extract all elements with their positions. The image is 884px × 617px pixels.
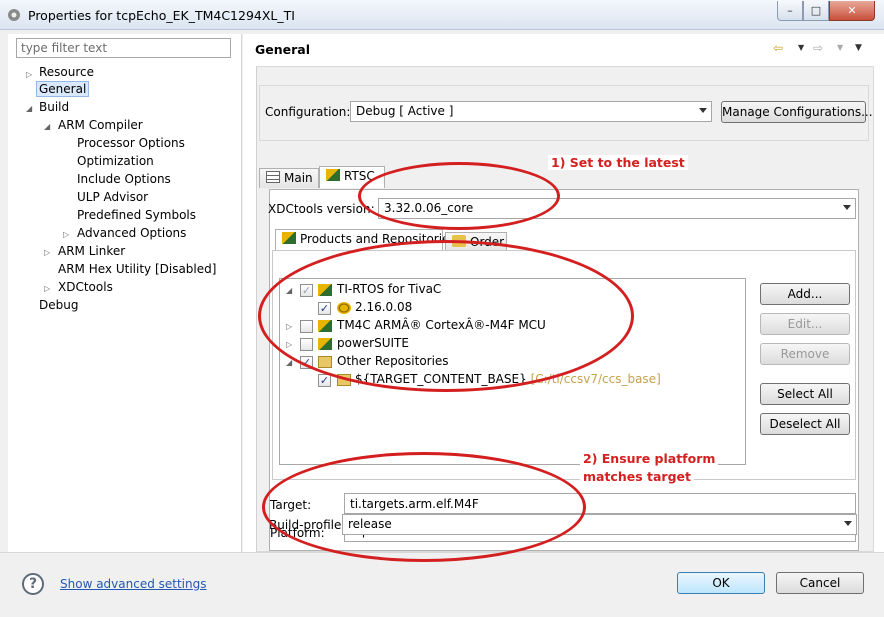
tree-item-arm-hex-utility[interactable]: ARM Hex Utility [Disabled]: [58, 261, 216, 277]
manage-configurations-button[interactable]: Manage Configurations...: [721, 101, 873, 123]
expand-icon[interactable]: ▷: [26, 70, 32, 79]
rtsc-icon: [282, 232, 296, 244]
annotation-ellipse: [258, 240, 634, 392]
minimize-button[interactable]: –: [777, 1, 803, 21]
cancel-button[interactable]: Cancel: [776, 572, 864, 594]
chevron-down-icon: [843, 205, 851, 210]
edit-button[interactable]: Edit...: [760, 313, 850, 335]
annotation-ellipse: [262, 452, 586, 562]
expand-icon[interactable]: ▷: [44, 284, 50, 293]
back-arrow-icon[interactable]: ⇦: [773, 41, 783, 55]
tree-item-build[interactable]: Build: [39, 99, 69, 115]
page-title: General: [255, 42, 310, 57]
xdctools-label: XDCtools version:: [268, 202, 375, 216]
tree-item-advanced-options[interactable]: Advanced Options: [77, 225, 186, 241]
tree-item-arm-compiler[interactable]: ARM Compiler: [58, 117, 143, 133]
tree-item-ulp-advisor[interactable]: ULP Advisor: [77, 189, 148, 205]
bottom-bar: ? Show advanced settings OK Cancel: [0, 552, 884, 617]
view-menu-icon[interactable]: ▼: [855, 43, 862, 53]
tree-item-debug[interactable]: Debug: [39, 297, 78, 313]
chevron-down-icon: [699, 108, 707, 113]
configuration-group: Configuration: Debug [ Active ] Manage C…: [259, 85, 873, 141]
deselect-all-button[interactable]: Deselect All: [760, 413, 850, 435]
left-pane: ▷ Resource General ◢ Build ◢ ARM Compile…: [8, 34, 242, 552]
collapse-icon[interactable]: ◢: [44, 122, 50, 131]
tab-main[interactable]: Main: [259, 168, 319, 188]
annotation-note-2-line-2: matches target: [580, 469, 694, 484]
expand-icon[interactable]: ▷: [44, 248, 50, 257]
maximize-button[interactable]: □: [803, 1, 829, 21]
title-bar: Properties for tcpEcho_EK_TM4C1294XL_TI …: [0, 0, 884, 30]
expand-icon[interactable]: ▷: [63, 230, 69, 239]
close-button[interactable]: ✕: [829, 1, 875, 21]
nav-toolbar: ⇦ ▼ ⇨ ▼ ▼: [773, 41, 873, 57]
app-gear-icon: [8, 9, 20, 21]
configuration-label: Configuration:: [265, 105, 351, 119]
forward-arrow-icon[interactable]: ⇨: [813, 41, 823, 55]
annotation-note-1: 1) Set to the latest: [548, 155, 688, 170]
rtsc-icon: [326, 169, 340, 181]
tree-item-general[interactable]: General: [36, 81, 90, 97]
forward-dropdown-icon[interactable]: ▼: [837, 43, 843, 52]
back-dropdown-icon[interactable]: ▼: [798, 43, 804, 52]
annotation-ellipse: [358, 162, 560, 230]
tree-item-predefined-symbols[interactable]: Predefined Symbols: [77, 207, 196, 223]
filter-input[interactable]: [16, 38, 231, 58]
table-icon: [266, 171, 280, 183]
add-button[interactable]: Add...: [760, 283, 850, 305]
window-title: Properties for tcpEcho_EK_TM4C1294XL_TI: [28, 8, 295, 23]
tree-item-xdctools[interactable]: XDCtools: [58, 279, 113, 295]
select-all-button[interactable]: Select All: [760, 383, 850, 405]
collapse-icon[interactable]: ◢: [26, 104, 32, 113]
tree-item-processor-options[interactable]: Processor Options: [77, 135, 185, 151]
configuration-combo[interactable]: Debug [ Active ]: [350, 101, 712, 122]
remove-button[interactable]: Remove: [760, 343, 850, 365]
show-advanced-settings-link[interactable]: Show advanced settings: [60, 577, 207, 591]
tree-item-resource[interactable]: Resource: [39, 64, 94, 80]
tree-item-arm-linker[interactable]: ARM Linker: [58, 243, 125, 259]
annotation-note-2-line-1: 2) Ensure platform: [580, 451, 719, 466]
help-icon[interactable]: ?: [22, 573, 44, 595]
chevron-down-icon: [844, 521, 852, 526]
tree-item-optimization[interactable]: Optimization: [77, 153, 154, 169]
ok-button[interactable]: OK: [677, 572, 765, 594]
tree-item-include-options[interactable]: Include Options: [77, 171, 171, 187]
checkbox[interactable]: ✓: [318, 374, 331, 387]
